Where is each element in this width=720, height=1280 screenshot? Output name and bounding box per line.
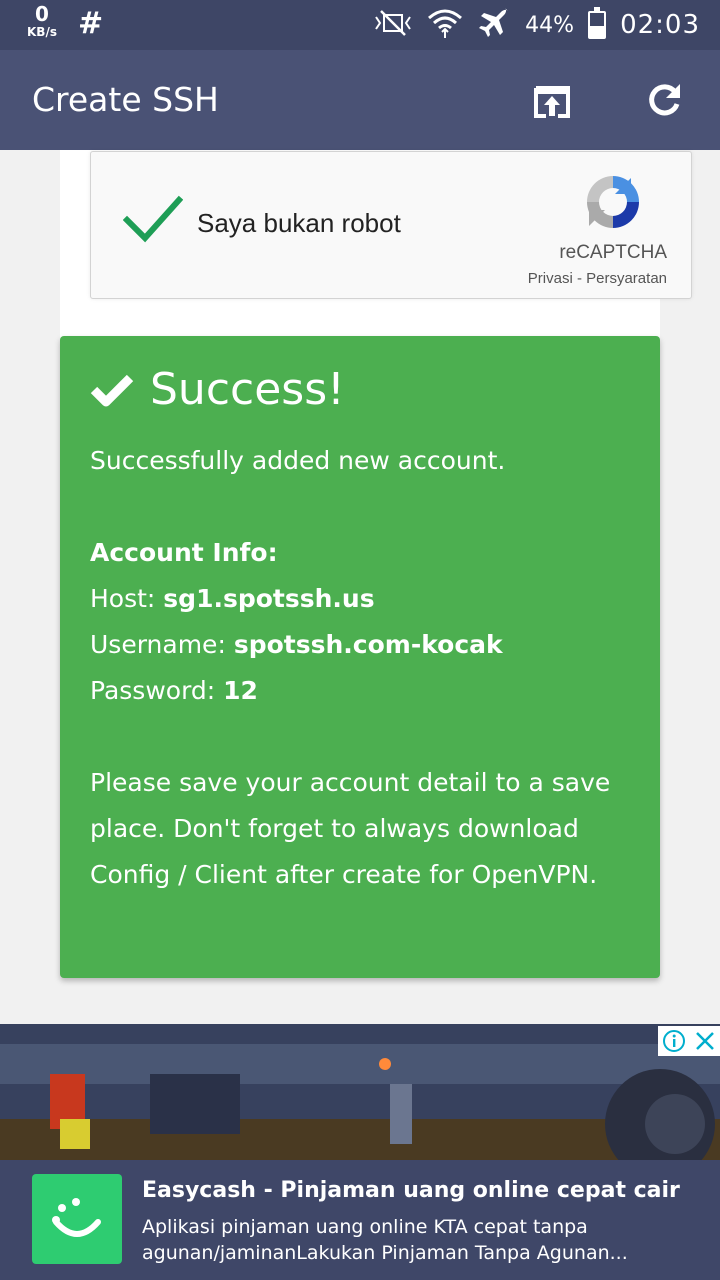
wifi-icon: [427, 6, 463, 44]
open-in-browser-icon: [534, 86, 570, 118]
host-label: Host:: [90, 584, 164, 613]
airplane-icon: [477, 6, 511, 44]
alert-note: Please save your account detail to a sav…: [90, 768, 611, 889]
network-speed-unit: KB/s: [27, 25, 57, 39]
status-bar: 0 KB/s # 44% 02:03: [0, 0, 720, 50]
account-info-title: Account Info:: [90, 538, 278, 567]
privacy-link[interactable]: Privasi: [528, 270, 573, 287]
page-title: Create SSH: [32, 80, 219, 119]
close-icon[interactable]: [694, 1030, 716, 1052]
check-icon: [90, 374, 134, 407]
recaptcha-widget[interactable]: Saya bukan robot reCAPTCHA Privasi - Per…: [90, 151, 692, 299]
mute-icon: [373, 7, 413, 43]
host-row: Host: sg1.spotssh.us: [90, 576, 630, 622]
terms-link[interactable]: Persyaratan: [586, 270, 667, 287]
recaptcha-checkbox[interactable]: [122, 194, 184, 248]
checkmark-icon: [122, 195, 184, 243]
clock: 02:03: [620, 10, 700, 40]
alert-title: Success!: [150, 364, 345, 415]
username-label: Username:: [90, 630, 234, 659]
alert-heading: Success!: [90, 364, 630, 416]
ad-banner-image[interactable]: [0, 1024, 720, 1160]
link-separator: -: [572, 270, 587, 287]
ad-app-icon[interactable]: [32, 1174, 122, 1264]
app-bar: Create SSH: [0, 50, 720, 150]
recaptcha-brand: reCAPTCHA: [559, 242, 667, 263]
username-value: spotssh.com-kocak: [233, 630, 503, 659]
password-label: Password:: [90, 676, 224, 705]
hash-notification-icon: #: [78, 6, 104, 41]
ad-panel[interactable]: Easycash - Pinjaman uang online cepat ca…: [0, 1160, 720, 1280]
success-alert: Success! Successfully added new account.…: [60, 336, 660, 978]
ad-description: Aplikasi pinjaman uang online KTA cepat …: [142, 1216, 628, 1264]
open-in-browser-button[interactable]: [530, 78, 574, 122]
recaptcha-links: Privasi - Persyaratan: [528, 270, 667, 287]
host-value: sg1.spotssh.us: [163, 584, 375, 613]
refresh-button[interactable]: [642, 78, 686, 122]
battery-percentage: 44%: [525, 12, 575, 38]
recaptcha-label: Saya bukan robot: [197, 208, 401, 238]
username-row: Username: spotssh.com-kocak: [90, 622, 630, 668]
alert-message: Successfully added new account.: [90, 446, 506, 475]
network-speed-value: 0: [35, 2, 49, 26]
password-row: Password: 12: [90, 668, 630, 714]
ad-title[interactable]: Easycash - Pinjaman uang online cepat ca…: [142, 1178, 680, 1203]
network-speed: 0 KB/s: [24, 4, 60, 38]
recaptcha-logo-icon: [581, 170, 645, 238]
refresh-icon: [649, 84, 680, 116]
ad-badge: [658, 1026, 720, 1056]
password-value: 12: [223, 676, 258, 705]
battery-icon: [588, 7, 607, 39]
info-icon[interactable]: [662, 1029, 686, 1053]
